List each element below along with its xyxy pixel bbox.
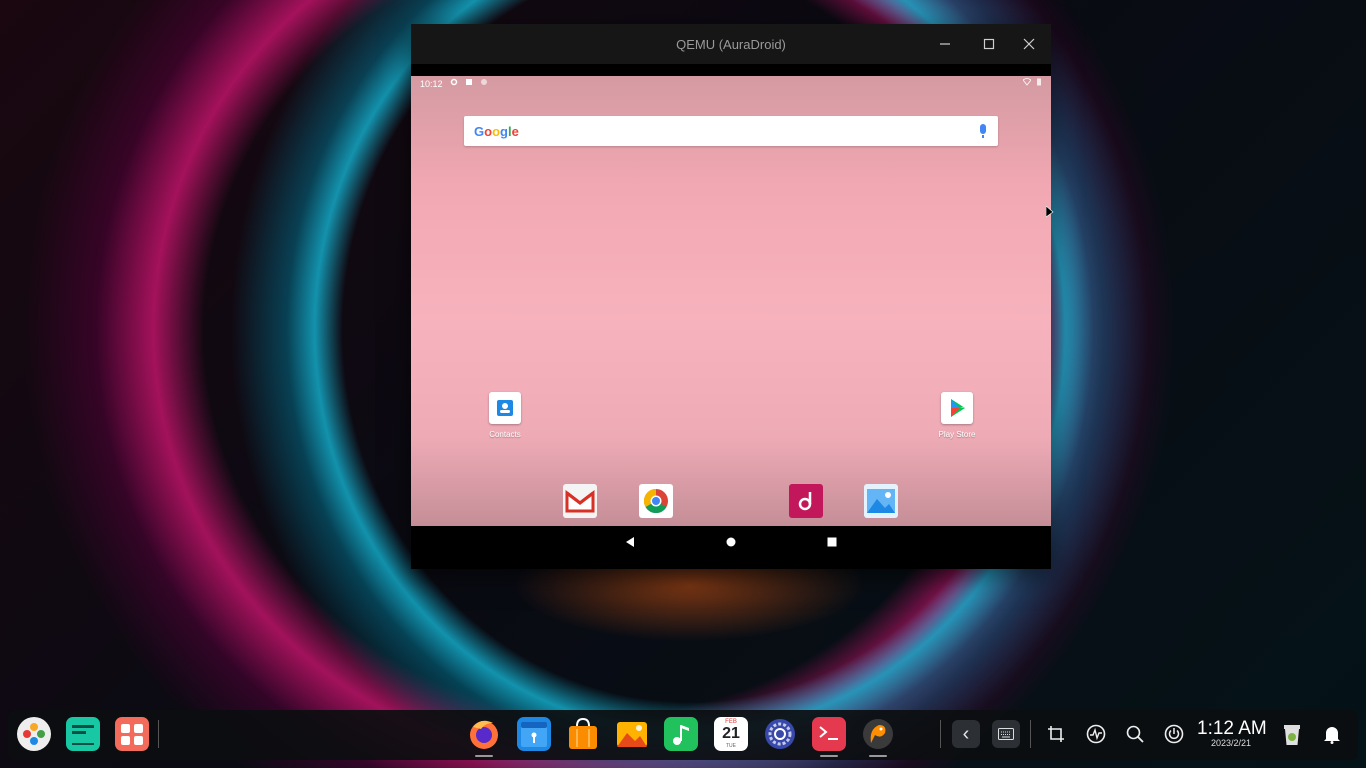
keyboard-icon (998, 728, 1014, 740)
gmail-icon[interactable] (563, 484, 597, 518)
search-button[interactable] (1120, 719, 1150, 749)
contacts-shortcut[interactable]: Contacts (475, 392, 535, 439)
maximize-icon (983, 38, 995, 50)
multitask-view-icon[interactable] (66, 717, 100, 751)
taskbar-separator (940, 720, 941, 748)
taskbar-separator (1030, 720, 1031, 748)
notifications-button[interactable] (1317, 719, 1347, 749)
settings-notification-icon (450, 78, 458, 86)
trash-button[interactable] (1277, 719, 1307, 749)
running-indicator (475, 755, 493, 757)
taskbar: FEB 21 TUE ‹ 1:12 AM 2023/2/21 (8, 710, 1358, 760)
running-indicator (820, 755, 838, 757)
window-title: QEMU (AuraDroid) (676, 36, 786, 52)
recents-nav-icon[interactable] (826, 536, 838, 548)
download-notification-icon (466, 79, 472, 85)
play-store-icon (941, 392, 973, 424)
screenshot-icon (1048, 726, 1064, 742)
android-statusbar: 10:12 (411, 76, 1051, 92)
calendar-weekday: TUE (726, 743, 736, 749)
settings-icon[interactable] (763, 717, 797, 751)
close-button[interactable] (1007, 24, 1051, 64)
close-icon (1023, 38, 1035, 50)
chevron-left-icon: ‹ (962, 723, 970, 745)
terminal-icon[interactable] (812, 717, 846, 751)
minimize-icon (940, 43, 950, 45)
home-nav-icon[interactable] (725, 536, 737, 548)
search-icon (1126, 725, 1144, 743)
android-screen[interactable]: 10:12 Google Contacts Play Store (411, 76, 1051, 526)
firefox-icon[interactable] (467, 717, 501, 751)
trash-icon (1284, 725, 1300, 745)
screenshot-button[interactable] (1041, 719, 1071, 749)
android-navbar (411, 526, 1051, 559)
music-player-icon[interactable] (664, 717, 698, 751)
clock-date: 2023/2/21 (1211, 738, 1252, 748)
store-bag-icon[interactable] (566, 717, 600, 751)
power-icon (1164, 724, 1184, 744)
launcher-icon[interactable] (17, 717, 51, 751)
qemu-icon[interactable] (861, 717, 895, 751)
mouse-cursor-icon (1046, 206, 1054, 218)
contacts-icon (489, 392, 521, 424)
minimize-button[interactable] (923, 24, 967, 64)
file-manager-icon[interactable] (517, 717, 551, 751)
onscreen-keyboard-button[interactable] (992, 720, 1020, 748)
gallery-icon[interactable] (864, 484, 898, 518)
status-time: 10:12 (420, 79, 443, 89)
power-button[interactable] (1159, 719, 1189, 749)
tray-collapse-button[interactable]: ‹ (952, 720, 980, 748)
system-monitor-icon (1086, 724, 1106, 744)
running-indicator (869, 755, 887, 757)
app-store-icon[interactable] (115, 717, 149, 751)
battery-icon (1037, 78, 1041, 86)
back-nav-icon[interactable] (624, 536, 636, 548)
taskbar-separator (158, 720, 159, 748)
calendar-icon[interactable]: FEB 21 TUE (714, 717, 748, 751)
calendar-day: 21 (722, 725, 740, 742)
music-icon[interactable] (789, 484, 823, 518)
android-debug-icon (481, 79, 487, 85)
contacts-label: Contacts (489, 430, 521, 439)
wifi-icon (1023, 78, 1031, 86)
google-search-bar[interactable]: Google (464, 116, 998, 146)
play-store-label: Play Store (938, 430, 976, 439)
system-monitor-button[interactable] (1081, 719, 1111, 749)
qemu-window[interactable]: QEMU (AuraDroid) 10:12 Google Contacts P… (411, 24, 1051, 569)
chrome-icon[interactable] (639, 484, 673, 518)
window-titlebar[interactable]: QEMU (AuraDroid) (411, 24, 1051, 64)
maximize-button[interactable] (967, 24, 1011, 64)
clock-time[interactable]: 1:12 AM (1197, 718, 1267, 740)
image-viewer-icon[interactable] (615, 717, 649, 751)
play-store-shortcut[interactable]: Play Store (927, 392, 987, 439)
bell-icon (1324, 727, 1340, 744)
google-logo: Google (474, 123, 519, 139)
mic-icon[interactable] (980, 124, 986, 138)
